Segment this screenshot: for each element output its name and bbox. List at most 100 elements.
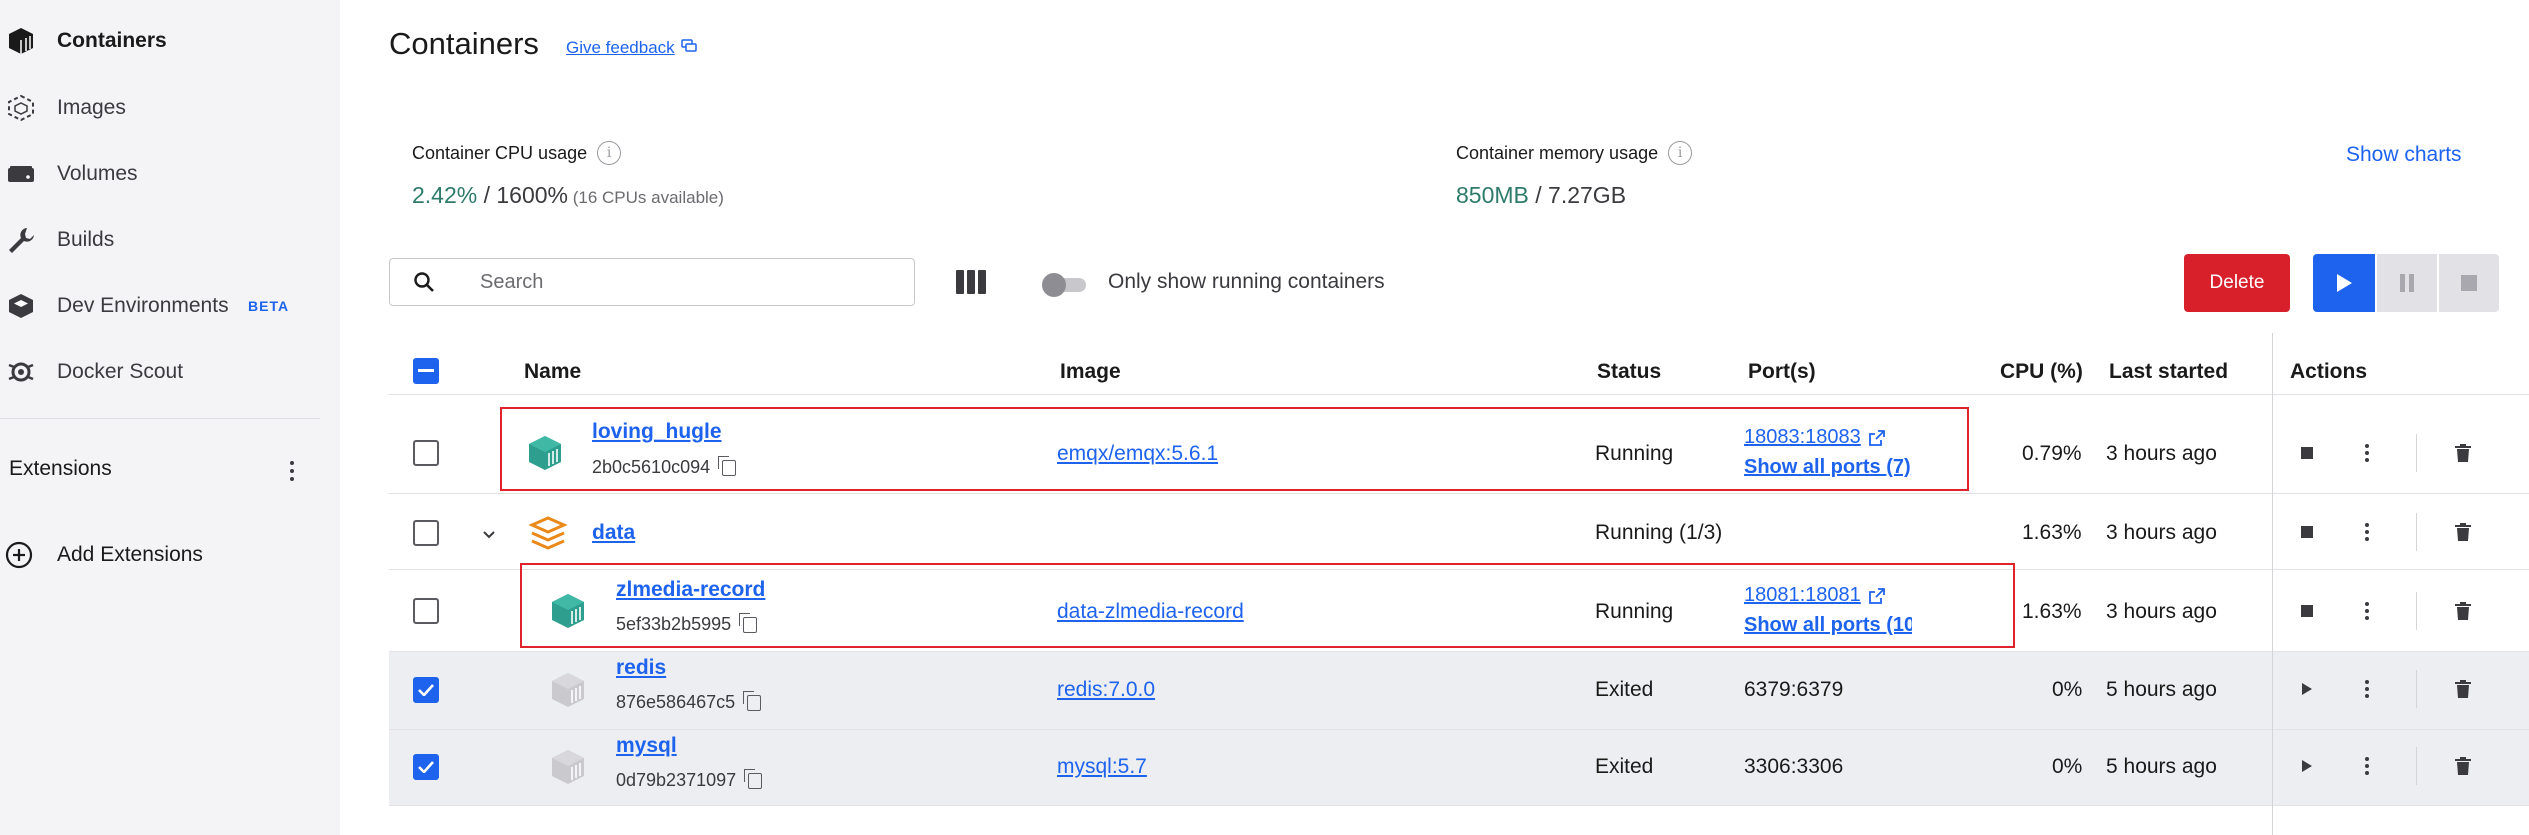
sidebar-divider	[0, 418, 320, 419]
cpu-usage-label: Container CPU usage i	[412, 141, 622, 165]
sidebar-item-images[interactable]: Images	[0, 88, 330, 128]
search-box	[389, 258, 915, 306]
dev-environments-icon	[5, 290, 37, 322]
delete-button[interactable]: Delete	[2184, 254, 2290, 312]
running-container-icon	[548, 591, 588, 636]
play-icon	[2337, 274, 2352, 292]
sidebar: Containers Images Volumes Builds Dev Env…	[0, 0, 340, 835]
show-charts-button[interactable]: Show charts	[2346, 143, 2462, 167]
search-icon	[412, 270, 436, 299]
pause-button[interactable]	[2375, 254, 2437, 312]
add-extensions-button[interactable]: Add Extensions	[0, 535, 320, 575]
row-checkbox[interactable]	[413, 598, 439, 624]
status-text: Running (1/3)	[1595, 521, 1723, 544]
external-link-icon	[1868, 587, 1885, 604]
give-feedback-link[interactable]: Give feedback	[566, 38, 697, 58]
cpu-count-note: (16 CPUs available)	[568, 188, 724, 207]
pause-icon	[2400, 274, 2414, 292]
sidebar-item-docker-scout[interactable]: Docker Scout	[0, 352, 330, 392]
container-id: 876e586467c5	[616, 690, 762, 713]
cpu-percent: 1.63%	[2022, 600, 2082, 623]
images-icon	[5, 92, 37, 124]
beta-badge: BETA	[248, 298, 290, 314]
last-started: 3 hours ago	[2106, 521, 2217, 544]
port-text: 6379:6379	[1744, 678, 1844, 701]
copy-icon[interactable]	[744, 768, 763, 789]
row-checkbox[interactable]	[413, 440, 439, 466]
extensions-label: Extensions	[9, 457, 112, 480]
containers-icon	[5, 25, 37, 57]
sidebar-item-label: Volumes	[57, 162, 138, 185]
copy-icon[interactable]	[743, 690, 762, 711]
copy-icon[interactable]	[739, 612, 758, 633]
compose-stack-icon	[528, 514, 568, 559]
stop-icon	[2461, 275, 2477, 291]
container-name-link[interactable]: mysql	[616, 734, 677, 758]
container-id: 0d79b2371097	[616, 768, 763, 791]
container-id: 5ef33b2b5995	[616, 612, 758, 635]
actions-column-divider	[2272, 333, 2529, 835]
running-only-toggle[interactable]	[1042, 272, 1086, 297]
port-link[interactable]: 18083:18083	[1744, 426, 1885, 449]
table-header-divider	[389, 333, 2529, 395]
port-text: 3306:3306	[1744, 755, 1844, 778]
last-started: 5 hours ago	[2106, 678, 2217, 701]
cpu-percent: 0%	[2052, 678, 2083, 701]
cpu-percent: 0%	[2052, 755, 2083, 778]
group-name-link[interactable]: data	[592, 521, 635, 545]
external-link-icon	[1868, 429, 1885, 446]
cpu-usage-text: Container CPU usage	[412, 142, 588, 163]
container-name-link[interactable]: loving_hugle	[592, 420, 722, 444]
show-all-ports-link[interactable]: Show all ports (7)	[1744, 456, 1914, 479]
add-circle-icon	[3, 539, 35, 571]
info-icon[interactable]: i	[597, 141, 622, 165]
sidebar-item-label: Containers	[57, 29, 167, 52]
image-link[interactable]: mysql:5.7	[1057, 755, 1147, 779]
stop-button[interactable]	[2437, 254, 2499, 312]
chevron-down-icon[interactable]	[482, 527, 496, 545]
info-icon[interactable]: i	[1668, 141, 1693, 165]
page-title: Containers	[389, 26, 539, 61]
cpu-usage-total: / 1600%	[477, 182, 569, 208]
extensions-menu-icon[interactable]	[280, 456, 304, 486]
copy-icon[interactable]	[718, 455, 737, 476]
container-id-text: 0d79b2371097	[616, 770, 737, 790]
container-name-link[interactable]: redis	[616, 656, 666, 680]
memory-usage-amount: 850MB	[1456, 182, 1529, 208]
last-started: 3 hours ago	[2106, 442, 2217, 465]
row-checkbox[interactable]	[413, 520, 439, 546]
toggle-knob	[1042, 273, 1066, 297]
image-link[interactable]: redis:7.0.0	[1057, 678, 1155, 702]
feedback-icon	[680, 38, 697, 58]
row-checkbox[interactable]	[413, 754, 439, 780]
sidebar-item-containers[interactable]: Containers	[0, 21, 330, 61]
give-feedback-label: Give feedback	[566, 38, 675, 57]
show-all-ports-link[interactable]: Show all ports (10	[1744, 614, 1912, 637]
sidebar-item-label: Images	[57, 96, 126, 119]
status-text: Running	[1595, 442, 1674, 465]
search-input[interactable]	[480, 267, 900, 297]
last-started: 5 hours ago	[2106, 755, 2217, 778]
volumes-icon	[5, 158, 37, 190]
image-link[interactable]: data-zlmedia-record	[1057, 600, 1244, 624]
container-name-link[interactable]: zlmedia-record	[616, 578, 765, 602]
sidebar-item-builds[interactable]: Builds	[0, 220, 330, 260]
exited-container-icon	[548, 670, 588, 715]
container-id-text: 5ef33b2b5995	[616, 614, 732, 634]
sidebar-item-dev-environments[interactable]: Dev Environments BETA	[0, 286, 330, 326]
bulk-actions-group	[2313, 254, 2499, 312]
sidebar-item-volumes[interactable]: Volumes	[0, 154, 330, 194]
columns-toggle-icon[interactable]	[956, 270, 986, 296]
sidebar-item-label: Dev Environments	[57, 294, 229, 317]
start-button[interactable]	[2313, 254, 2375, 312]
image-link[interactable]: emqx/emqx:5.6.1	[1057, 442, 1218, 466]
row-checkbox[interactable]	[413, 677, 439, 703]
exited-container-icon	[548, 747, 588, 792]
last-started: 3 hours ago	[2106, 600, 2217, 623]
port-link[interactable]: 18081:18081	[1744, 584, 1885, 607]
port-text: 18083:18083	[1744, 426, 1861, 448]
port-text: 18081:18081	[1744, 584, 1861, 606]
docker-scout-icon	[5, 356, 37, 388]
sidebar-item-label: Docker Scout	[57, 360, 184, 383]
running-container-icon	[525, 433, 565, 478]
